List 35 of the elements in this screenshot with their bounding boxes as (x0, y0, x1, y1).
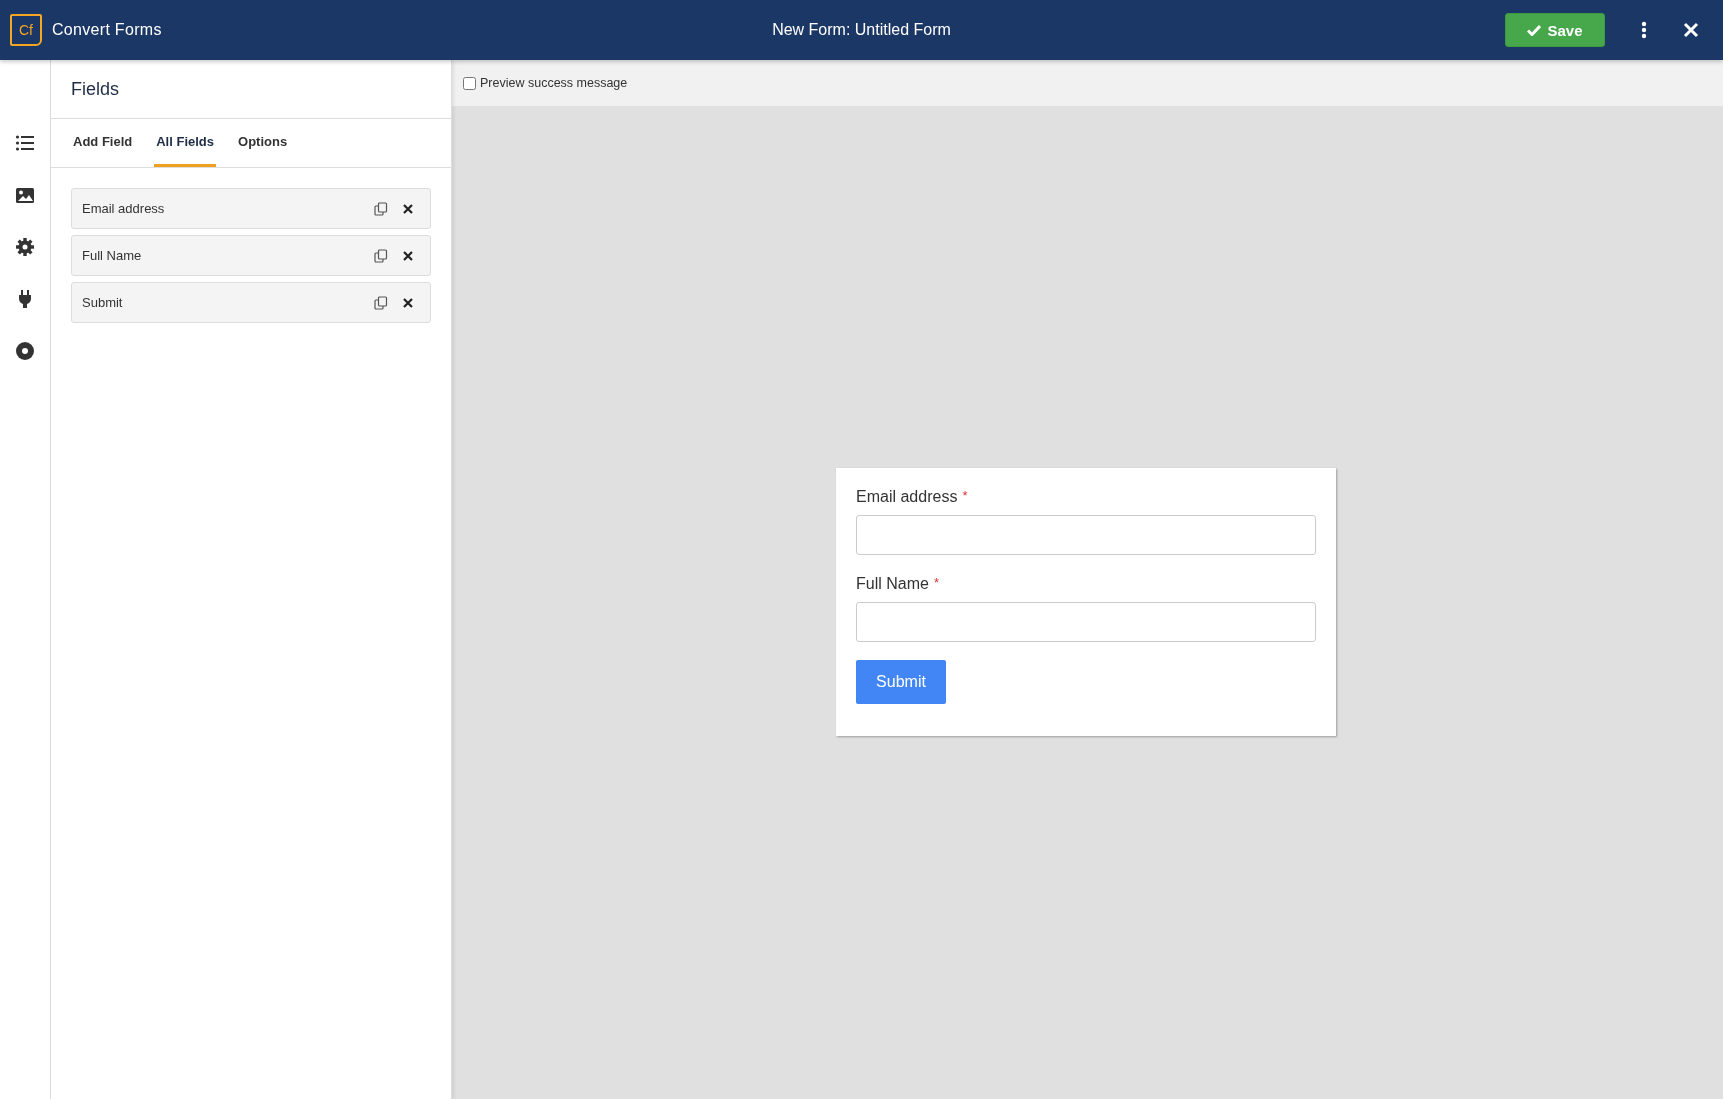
image-icon[interactable] (15, 185, 35, 205)
input-field[interactable] (856, 515, 1316, 555)
tab[interactable]: Add Field (71, 119, 135, 167)
delete-icon[interactable] (402, 249, 414, 262)
tab[interactable]: Options (236, 119, 290, 167)
input-label: Email address (856, 488, 958, 506)
required-mark: * (962, 488, 968, 505)
check-icon (1527, 24, 1542, 36)
app-name: Convert Forms (52, 21, 162, 39)
input-label: Full Name (856, 575, 929, 593)
delete-icon[interactable] (402, 296, 414, 309)
checkbox-label: Preview success message (480, 76, 628, 90)
required-mark: * (933, 575, 939, 592)
field-item[interactable]: Email address (71, 188, 431, 229)
copy-icon[interactable] (374, 248, 388, 263)
input-field[interactable] (856, 602, 1316, 642)
field-label: Submit (82, 295, 124, 310)
field-item[interactable]: Submit (71, 282, 431, 323)
delete-icon[interactable] (402, 202, 414, 215)
settings-icon[interactable] (15, 237, 35, 257)
field-item[interactable]: Full Name (71, 235, 431, 276)
tab[interactable]: All Fields (154, 119, 216, 167)
copy-icon[interactable] (374, 201, 388, 216)
copy-icon[interactable] (374, 295, 388, 310)
more-menu-icon[interactable] (1641, 21, 1647, 39)
checkbox[interactable] (463, 76, 476, 90)
close-icon[interactable] (1683, 22, 1699, 38)
circle-icon[interactable] (15, 341, 35, 361)
panel-title: Fields (51, 60, 451, 119)
list-icon[interactable] (15, 133, 35, 153)
logo: Cf (10, 14, 42, 46)
form-title: New Form: Untitled Form (772, 21, 951, 39)
field-label: Full Name (82, 248, 143, 263)
field-label: Email address (82, 201, 166, 216)
submit-button[interactable]: Submit (856, 660, 946, 704)
